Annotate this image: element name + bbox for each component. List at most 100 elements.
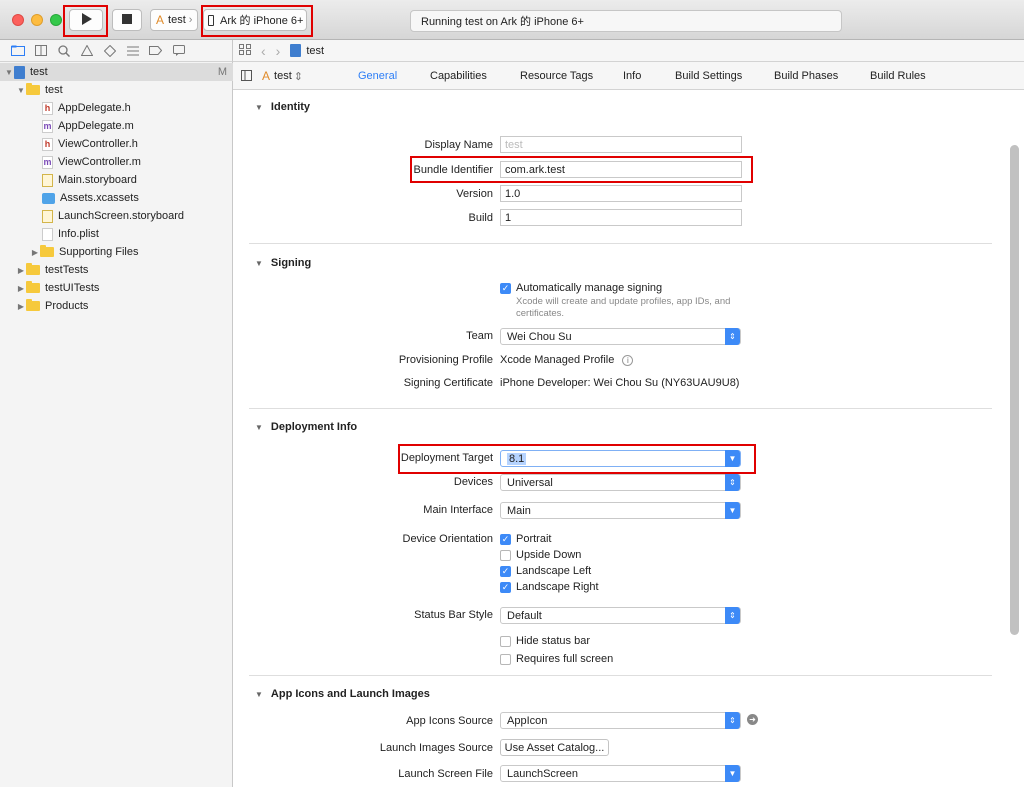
tab-build-rules[interactable]: Build Rules <box>870 70 926 82</box>
tree-item-folder[interactable]: ▶ Products <box>16 297 88 315</box>
updown-arrows-icon: ⇕ <box>725 607 740 624</box>
tree-item-file[interactable]: h AppDelegate.h <box>42 99 131 117</box>
app-icons-source-label: App Icons Source <box>406 715 493 727</box>
tree-item-file[interactable]: LaunchScreen.storyboard <box>42 207 184 225</box>
section-app-icons[interactable]: ▼ App Icons and Launch Images <box>255 688 430 700</box>
app-target-icon: A <box>262 69 271 83</box>
folder-icon <box>26 281 40 293</box>
orientation-upside-down-checkbox[interactable]: Upside Down <box>500 549 581 561</box>
orientation-portrait-checkbox[interactable]: ✓ Portrait <box>500 533 551 545</box>
disclosure-open-icon[interactable]: ▼ <box>255 103 263 112</box>
breadcrumb[interactable]: test <box>290 44 324 57</box>
launch-screen-file-combo[interactable]: LaunchScreen ▼ <box>500 765 741 782</box>
status-bar-style-popup[interactable]: Default ⇕ <box>500 607 741 624</box>
disclosure-open-icon[interactable]: ▼ <box>4 68 14 77</box>
target-selector[interactable]: A test ⇕ <box>262 69 303 83</box>
app-icons-source-popup[interactable]: AppIcon ⇕ <box>500 712 741 729</box>
tree-item-label: Products <box>45 300 89 312</box>
search-navigator-icon[interactable] <box>52 41 75 61</box>
tree-item-file[interactable]: Info.plist <box>42 225 99 243</box>
devices-popup[interactable]: Universal ⇕ <box>500 474 741 491</box>
section-deployment-info[interactable]: ▼ Deployment Info <box>255 421 357 433</box>
use-asset-catalog-button[interactable]: Use Asset Catalog... <box>500 739 609 756</box>
symbol-navigator-icon[interactable] <box>29 41 52 61</box>
bundle-identifier-field[interactable]: com.ark.test <box>500 161 742 178</box>
hide-status-bar-checkbox[interactable]: Hide status bar <box>500 635 590 647</box>
folder-icon <box>26 299 40 311</box>
disclosure-closed-icon[interactable]: ▶ <box>16 284 26 293</box>
vertical-scrollbar[interactable] <box>1010 145 1019 635</box>
breakpoint-navigator-icon[interactable] <box>144 41 167 61</box>
tree-item-file[interactable]: Main.storyboard <box>42 171 137 189</box>
run-button[interactable] <box>69 9 103 31</box>
device-label: Ark 的 iPhone 6+ <box>220 15 304 27</box>
tree-item-file[interactable]: Assets.xcassets <box>42 189 139 207</box>
report-navigator-icon[interactable] <box>167 41 190 61</box>
launch-images-source-label: Launch Images Source <box>379 742 493 754</box>
minimize-window-button[interactable] <box>31 14 43 26</box>
tab-resource-tags[interactable]: Resource Tags <box>520 70 593 82</box>
tree-item-file[interactable]: m AppDelegate.m <box>42 117 134 135</box>
project-navigator-icon[interactable] <box>6 41 29 61</box>
info-icon[interactable]: i <box>622 354 634 366</box>
zoom-window-button[interactable] <box>50 14 62 26</box>
tree-item-file[interactable]: h ViewController.h <box>42 135 138 153</box>
orientation-landscape-right-checkbox[interactable]: ✓ Landscape Right <box>500 581 599 593</box>
go-to-arrow-icon[interactable]: ➜ <box>747 714 758 725</box>
related-items-icon[interactable] <box>239 43 251 58</box>
section-identity[interactable]: ▼ Identity <box>255 101 310 113</box>
forward-icon[interactable]: › <box>276 43 281 59</box>
section-divider <box>249 408 992 409</box>
tree-item-label: testUITests <box>45 282 100 294</box>
display-name-field[interactable]: test <box>500 136 742 153</box>
tab-info[interactable]: Info <box>623 70 641 82</box>
modified-badge: M <box>217 66 227 78</box>
toolbar: A test › Ark 的 iPhone 6+ Running test on… <box>0 0 1024 40</box>
tree-item-folder[interactable]: ▶ testTests <box>16 261 88 279</box>
disclosure-closed-icon[interactable]: ▶ <box>30 248 40 257</box>
chevron-down-icon: ▼ <box>725 502 740 519</box>
tab-build-phases[interactable]: Build Phases <box>774 70 838 82</box>
auto-signing-checkbox[interactable]: ✓ Automatically manage signing <box>500 282 662 294</box>
section-title: App Icons and Launch Images <box>270 688 430 700</box>
version-field[interactable]: 1.0 <box>500 185 742 202</box>
tree-item-file[interactable]: m ViewController.m <box>42 153 141 171</box>
close-window-button[interactable] <box>12 14 24 26</box>
implementation-file-icon: m <box>42 119 53 133</box>
disclosure-closed-icon[interactable]: ▶ <box>16 302 26 311</box>
tree-item-folder[interactable]: ▶ Supporting Files <box>30 243 139 261</box>
hide-status-bar-label: Hide status bar <box>516 635 590 647</box>
deployment-target-label: Deployment Target <box>400 452 493 464</box>
tree-item-folder[interactable]: ▶ testUITests <box>16 279 99 297</box>
disclosure-closed-icon[interactable]: ▶ <box>16 266 26 275</box>
disclosure-open-icon[interactable]: ▼ <box>16 86 26 95</box>
header-file-icon: h <box>42 137 53 151</box>
section-signing[interactable]: ▼ Signing <box>255 257 311 269</box>
scheme-selector[interactable]: A test › <box>150 9 198 31</box>
stop-button[interactable] <box>112 9 142 31</box>
issue-navigator-icon[interactable] <box>75 41 98 61</box>
signing-certificate-label: Signing Certificate <box>403 377 493 389</box>
sidebar-toggle-icon[interactable] <box>241 70 252 84</box>
deployment-target-combo[interactable]: 8.1 ▼ <box>500 450 741 467</box>
back-icon[interactable]: ‹ <box>261 43 266 59</box>
test-navigator-icon[interactable] <box>98 41 121 61</box>
disclosure-open-icon[interactable]: ▼ <box>255 259 263 268</box>
device-selector[interactable]: Ark 的 iPhone 6+ <box>203 9 307 31</box>
tree-item-label: test <box>30 66 48 78</box>
tab-general[interactable]: General <box>358 70 397 82</box>
provisioning-profile-label: Provisioning Profile <box>398 354 493 366</box>
tab-build-settings[interactable]: Build Settings <box>675 70 742 82</box>
main-interface-combo[interactable]: Main ▼ <box>500 502 741 519</box>
tree-item-folder[interactable]: ▼ test <box>16 81 63 99</box>
orientation-landscape-left-checkbox[interactable]: ✓ Landscape Left <box>500 565 591 577</box>
requires-full-screen-checkbox[interactable]: Requires full screen <box>500 653 613 665</box>
tree-item-project[interactable]: ▼ test M <box>0 63 233 81</box>
tab-capabilities[interactable]: Capabilities <box>430 70 487 82</box>
disclosure-open-icon[interactable]: ▼ <box>255 423 263 432</box>
debug-navigator-icon[interactable] <box>121 41 144 61</box>
disclosure-open-icon[interactable]: ▼ <box>255 690 263 699</box>
team-popup[interactable]: Wei Chou Su ⇕ <box>500 328 741 345</box>
devices-value: Universal <box>507 476 553 489</box>
build-field[interactable]: 1 <box>500 209 742 226</box>
